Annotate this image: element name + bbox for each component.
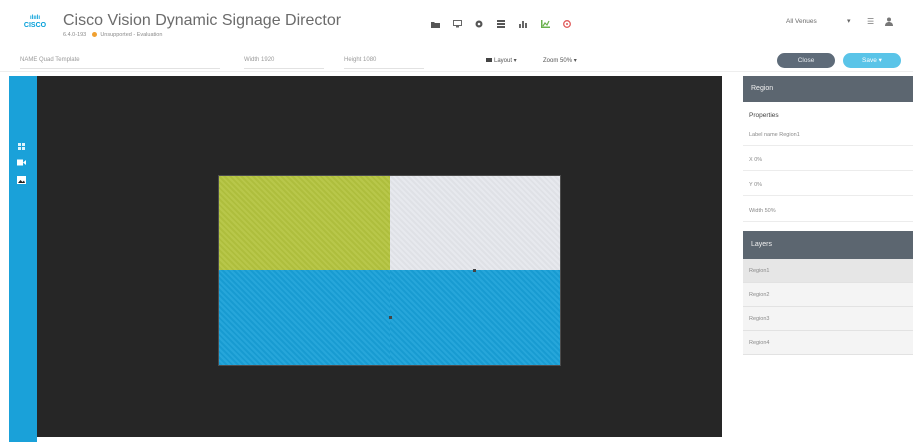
status-dot-icon [91,32,97,38]
region-3[interactable] [218,270,390,366]
layer-item[interactable]: Region2 [743,283,913,307]
left-tool-rail [9,76,37,442]
name-value: Quad Template [39,57,80,63]
layout-canvas[interactable] [37,76,722,437]
name-field[interactable]: NAME Quad Template [20,57,80,63]
property-x[interactable]: X 0% [743,149,913,171]
property-width[interactable]: Width 50% [743,200,913,222]
grid-icon[interactable] [16,142,26,150]
region-panel-header: Region [743,76,913,102]
property-label: X [749,157,753,163]
app-subtitle: 6.4.0-193 Unsupported - Evaluation [63,32,162,38]
list-icon[interactable]: ☰ [867,17,874,26]
app-header: ılıılı CISCO Cisco Vision Dynamic Signag… [0,0,913,50]
zoom-value: 50% [560,58,573,64]
cisco-logo: ılıılı CISCO [20,14,50,34]
resize-handle-icon[interactable] [473,269,476,272]
width-field[interactable]: Width 1920 [244,57,274,63]
chart-green-icon[interactable] [534,17,556,31]
settings-red-icon[interactable] [556,17,578,31]
property-value: 0% [754,182,763,188]
properties-panel: Region Properties Label name Region1 X 0… [743,76,913,442]
width-label: Width [244,57,260,63]
height-field[interactable]: Height 1080 [344,57,376,63]
editor-toolbar: NAME Quad Template Width 1920 Height 108… [0,50,913,72]
chevron-down-icon[interactable]: ▾ [847,17,851,25]
property-value: Region1 [779,132,800,138]
region-2[interactable] [390,175,561,270]
gear-icon[interactable] [468,17,490,31]
property-label: Width [749,208,764,214]
region-1[interactable] [218,175,390,270]
property-label-name[interactable]: Label name Region1 [743,124,913,146]
layout-label: Layout [494,58,513,64]
property-y[interactable]: Y 0% [743,174,913,196]
layer-item[interactable]: Region4 [743,331,913,355]
width-field-underline [244,68,324,69]
cisco-logo-text: CISCO [23,22,47,29]
property-value: 50% [764,208,776,214]
version-text: 6.4.0-193 [63,32,87,38]
property-label: Label name [749,132,778,138]
venue-select[interactable]: All Venues [786,18,817,25]
height-field-underline [344,68,424,69]
folder-icon[interactable] [424,17,446,31]
image-icon[interactable] [16,176,26,184]
property-value: 0% [754,157,763,163]
user-icon[interactable] [885,17,893,28]
top-toolbar-icons [424,17,578,31]
name-field-underline [20,68,220,69]
save-button[interactable]: Save ▾ [843,53,901,68]
save-label: Save [862,57,877,64]
layer-item[interactable]: Region3 [743,307,913,331]
app-title: Cisco Vision Dynamic Signage Director [63,12,342,29]
layout-icon [486,58,492,63]
monitor-icon[interactable] [446,17,468,31]
cisco-logo-bars: ılıılı [29,15,40,21]
properties-label: Properties [749,112,779,119]
region-4[interactable] [390,270,561,366]
layout-select[interactable]: Layout ▾ [486,57,517,64]
zoom-label: Zoom [543,58,559,64]
chart-icon[interactable] [512,17,534,31]
close-button[interactable]: Close [777,53,835,68]
grid-icon[interactable] [490,17,512,31]
app-window: ılıılı CISCO Cisco Vision Dynamic Signag… [0,0,913,442]
resize-handle-icon[interactable] [389,316,392,319]
height-label: Height [344,57,362,63]
layers-panel-header: Layers [743,231,913,259]
width-value: 1920 [261,57,275,63]
zoom-select[interactable]: Zoom 50% ▾ [543,57,577,64]
name-label: NAME [20,57,38,63]
layer-item[interactable]: Region1 [743,259,913,283]
height-value: 1080 [363,57,377,63]
environment-text: Unsupported - Evaluation [100,32,163,38]
video-icon[interactable] [16,158,26,166]
property-label: Y [749,182,753,188]
